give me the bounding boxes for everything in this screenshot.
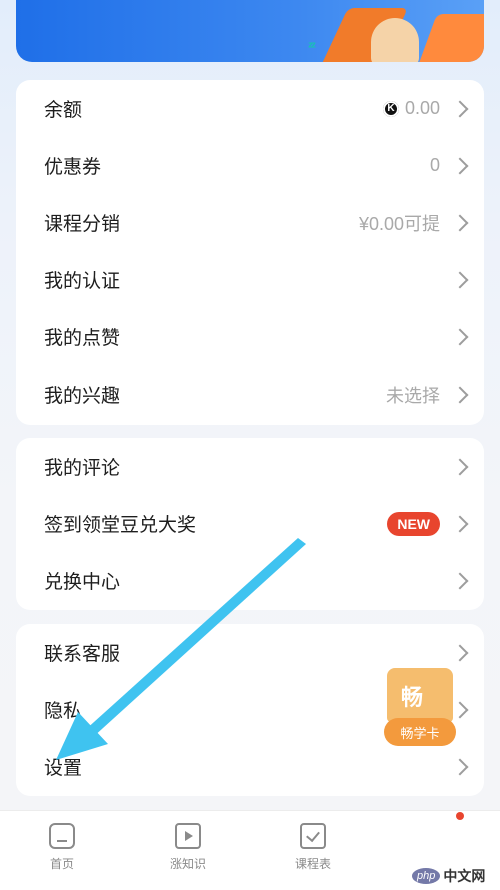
new-badge: NEW — [387, 511, 440, 536]
tab-knowledge[interactable]: 涨知识 — [148, 823, 228, 872]
menu-item-label: 签到领堂豆兑大奖 — [44, 515, 197, 536]
menu-item-label: 课程分销 — [44, 214, 121, 235]
study-pass-float[interactable]: 畅 畅学卡 — [384, 668, 456, 746]
menu-item-certification[interactable]: 我的认证 — [16, 251, 484, 308]
menu-item-value: ¥0.00可提 — [358, 213, 440, 234]
watermark-text: 中文网 — [443, 868, 486, 884]
menu-item-comments[interactable]: 我的评论 — [16, 438, 484, 495]
study-pass-button[interactable]: 畅学卡 — [384, 718, 456, 746]
chevron-right-icon — [451, 386, 469, 403]
new-badge-wrap: NEW — [387, 511, 440, 536]
chevron-right-icon — [451, 758, 469, 775]
tab-schedule[interactable]: 课程表 — [273, 823, 353, 872]
home-icon — [49, 823, 75, 849]
menu-item-likes[interactable]: 我的点赞 — [16, 308, 484, 365]
menu-item-checkin[interactable]: 签到领堂豆兑大奖 NEW — [16, 495, 484, 552]
chevron-right-icon — [451, 214, 469, 231]
menu-item-label: 兑换中心 — [44, 572, 121, 593]
chevron-right-icon — [451, 572, 469, 589]
menu-item-label: 联系客服 — [44, 644, 121, 665]
menu-item-coupons[interactable]: 优惠券 0 — [16, 137, 484, 194]
chevron-right-icon — [451, 644, 469, 661]
menu-card-activity: 我的评论 签到领堂豆兑大奖 NEW 兑换中心 — [16, 438, 484, 610]
menu-item-label: 我的点赞 — [44, 328, 121, 349]
chevron-right-icon — [451, 157, 469, 174]
menu-item-exchange[interactable]: 兑换中心 — [16, 552, 484, 609]
menu-item-interests[interactable]: 我的兴趣 未选择 — [16, 366, 484, 423]
menu-item-settings[interactable]: 设置 — [16, 738, 484, 795]
banner-mark: ᶻᶻ — [308, 38, 316, 54]
check-icon — [300, 823, 326, 849]
menu-item-value: 0 — [429, 155, 440, 175]
menu-item-label: 隐私 — [44, 701, 83, 722]
menu-item-label: 余额 — [44, 100, 83, 121]
menu-item-balance[interactable]: 余额 K 0.00 — [16, 80, 484, 137]
menu-item-value: 未选择 — [386, 385, 440, 406]
menu-item-label: 设置 — [44, 758, 83, 779]
tab-label: 课程表 — [294, 857, 331, 871]
balance-value: K 0.00 — [382, 98, 440, 119]
site-watermark: php 中文网 — [412, 866, 485, 886]
tab-home[interactable]: 首页 — [22, 823, 102, 872]
menu-item-label: 我的认证 — [44, 271, 121, 292]
notification-dot — [456, 812, 464, 820]
banner-decoration — [371, 18, 419, 62]
chevron-right-icon — [451, 328, 469, 345]
menu-card-account: 余额 K 0.00 优惠券 0 课程分销 ¥0.00可提 我的认证 我的点赞 我… — [16, 80, 484, 425]
menu-item-label: 我的评论 — [44, 458, 121, 479]
chevron-right-icon — [451, 458, 469, 475]
chevron-right-icon — [451, 515, 469, 532]
chevron-right-icon — [451, 100, 469, 117]
banner-decoration — [415, 14, 484, 62]
study-pass-char: 畅 — [401, 685, 424, 710]
tab-label: 首页 — [49, 857, 74, 871]
menu-item-label: 我的兴趣 — [44, 386, 121, 407]
chevron-right-icon — [451, 271, 469, 288]
watermark-logo: php — [412, 868, 441, 884]
tab-label: 涨知识 — [169, 857, 206, 871]
menu-item-distribution[interactable]: 课程分销 ¥0.00可提 — [16, 194, 484, 251]
promo-banner[interactable]: ᶻᶻ — [16, 0, 484, 62]
menu-item-value: 0.00 — [404, 98, 440, 118]
menu-item-label: 优惠券 — [44, 157, 102, 178]
coin-icon: K — [382, 100, 399, 117]
study-pass-ticket: 畅 — [387, 668, 453, 722]
play-icon — [175, 823, 201, 849]
